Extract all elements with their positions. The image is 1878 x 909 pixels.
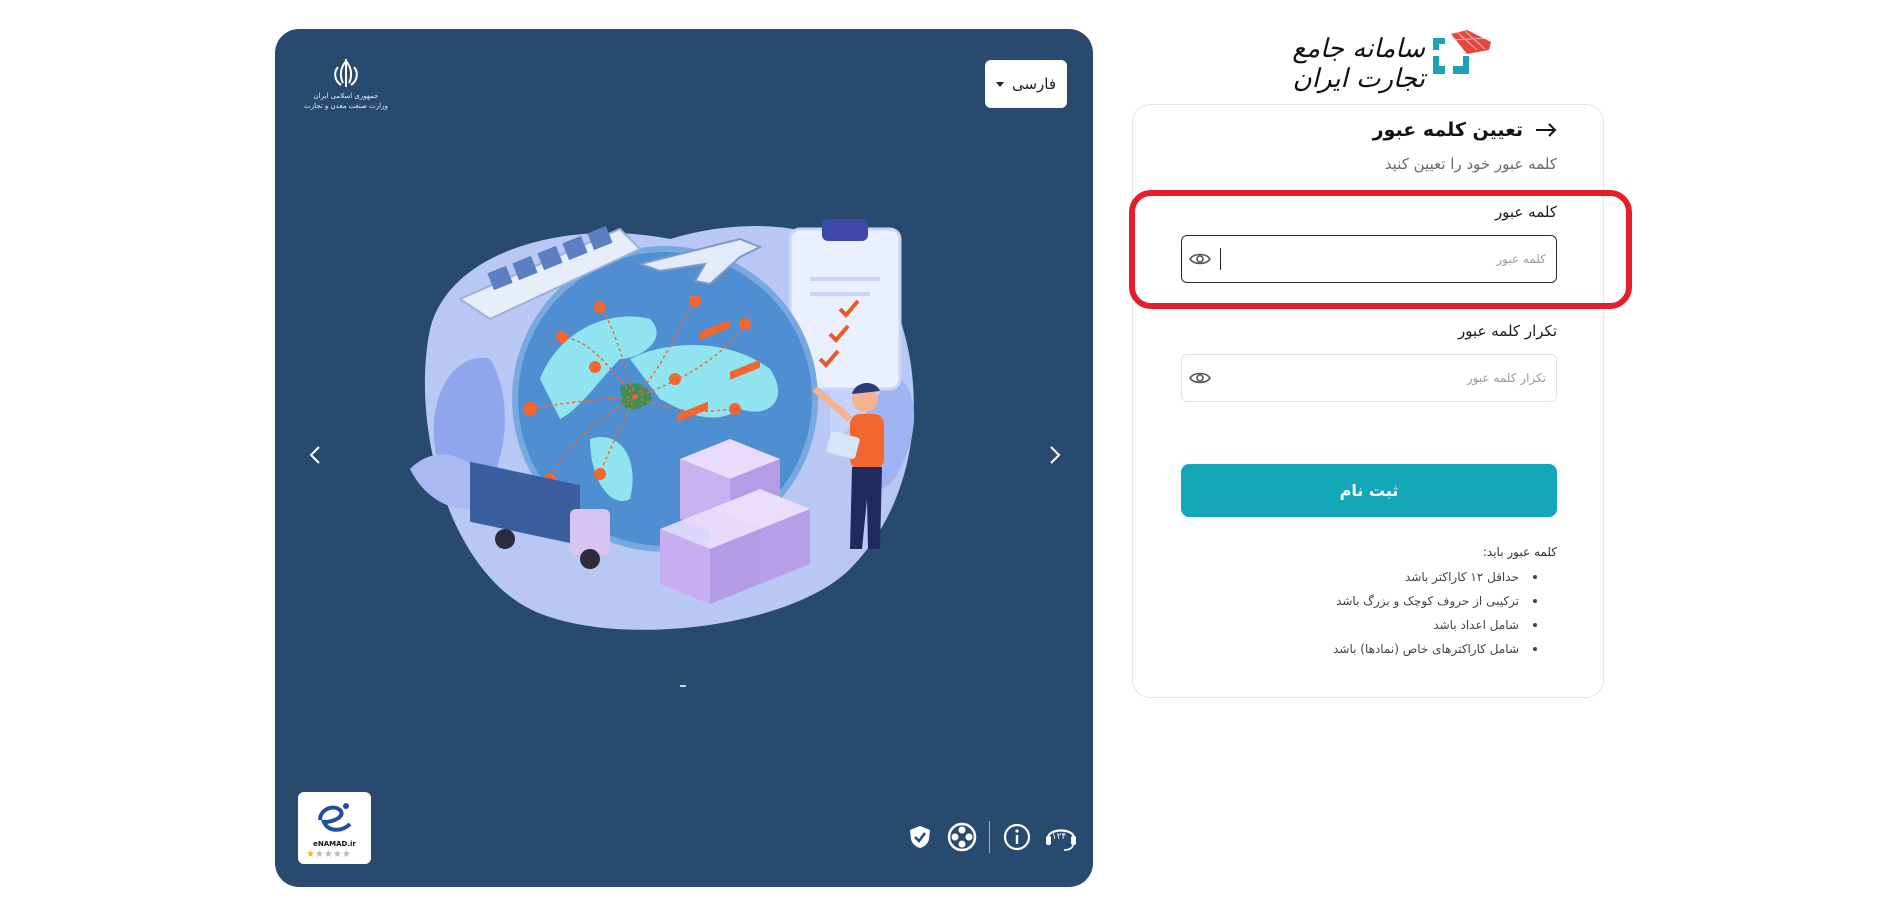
page: جمهوری اسلامی ایران وزارت صنعت معدن و تج… <box>0 0 1878 909</box>
support-number: ۱۲۴ <box>1051 832 1067 842</box>
emblem-caption: جمهوری اسلامی ایران وزارت صنعت معدن و تج… <box>303 91 389 111</box>
eye-icon <box>1189 253 1211 265</box>
shield-check-icon <box>910 826 930 848</box>
eye-icon <box>1189 372 1211 384</box>
language-select[interactable]: فارسی <box>985 60 1067 108</box>
confirm-password-label: تکرار کلمه عبور <box>1458 322 1557 340</box>
card-title: تعیین کلمه عبور <box>1372 119 1523 141</box>
info-button[interactable] <box>1002 822 1032 852</box>
ministry-emblem: جمهوری اسلامی ایران وزارت صنعت معدن و تج… <box>303 57 389 125</box>
carousel-next-button[interactable] <box>1043 443 1067 467</box>
register-button[interactable]: ثبت نام <box>1181 464 1557 517</box>
support-button[interactable]: ۱۲۴ <box>1044 822 1078 852</box>
video-tutorial-button[interactable] <box>947 822 977 852</box>
emblem-caption-line1: جمهوری اسلامی ایران <box>313 92 379 100</box>
footer-toolbar: ۱۲۴ <box>905 821 1078 853</box>
card-subtitle: کلمه عبور خود را تعیین کنید <box>1384 155 1557 173</box>
password-rule: ترکیبی از حروف کوچک و بزرگ باشد <box>1333 589 1537 613</box>
password-rule: شامل اعداد باشد <box>1333 613 1537 637</box>
carousel-prev-button[interactable] <box>303 443 327 467</box>
chevron-left-icon <box>309 446 320 464</box>
brand-logo-icon <box>1433 30 1491 74</box>
arrow-right-icon <box>1536 123 1557 137</box>
chevron-right-icon <box>1050 446 1061 464</box>
brand-title: سامانه جامع تجارت ایران <box>1292 34 1425 94</box>
hero-panel: جمهوری اسلامی ایران وزارت صنعت معدن و تج… <box>275 29 1093 887</box>
language-select-label: فارسی <box>1011 75 1057 93</box>
info-icon <box>1003 823 1031 851</box>
film-reel-icon <box>947 822 977 852</box>
password-rules-title: کلمه عبور باید: <box>1482 545 1557 559</box>
confirm-password-input[interactable] <box>1218 355 1556 401</box>
toggle-confirm-visibility[interactable] <box>1182 355 1218 401</box>
enamad-label: eNAMAD.ir <box>313 840 356 848</box>
chevron-down-icon <box>995 81 1004 87</box>
enamad-logo-icon <box>318 803 352 832</box>
enamad-badge[interactable]: eNAMAD.ir ★★★★★ <box>298 792 371 864</box>
brand-header: سامانه جامع تجارت ایران <box>1245 28 1493 94</box>
password-input[interactable] <box>1221 236 1556 282</box>
password-rules-list: حداقل ۱۲ کاراکتر باشد ترکیبی از حروف کوچ… <box>1333 565 1537 661</box>
footer-divider <box>989 821 990 853</box>
password-field[interactable] <box>1181 235 1557 283</box>
toggle-password-visibility[interactable] <box>1182 236 1218 282</box>
shield-check-button[interactable] <box>905 822 935 852</box>
card-header: تعیین کلمه عبور <box>1373 119 1557 141</box>
password-rule: شامل کاراکترهای خاص (نمادها) باشد <box>1333 637 1537 661</box>
emblem-caption-line2: وزارت صنعت معدن و تجارت <box>304 102 388 110</box>
back-button[interactable] <box>1535 119 1557 141</box>
set-password-card: تعیین کلمه عبور کلمه عبور خود را تعیین ک… <box>1132 104 1604 698</box>
password-rule: حداقل ۱۲ کاراکتر باشد <box>1333 565 1537 589</box>
password-label: کلمه عبور <box>1494 203 1557 221</box>
carousel-indicator[interactable] <box>680 685 686 687</box>
enamad-stars: ★★★★★ <box>306 849 351 860</box>
iran-emblem-icon <box>334 59 358 87</box>
trade-illustration <box>410 219 915 630</box>
confirm-password-field[interactable] <box>1181 354 1557 402</box>
